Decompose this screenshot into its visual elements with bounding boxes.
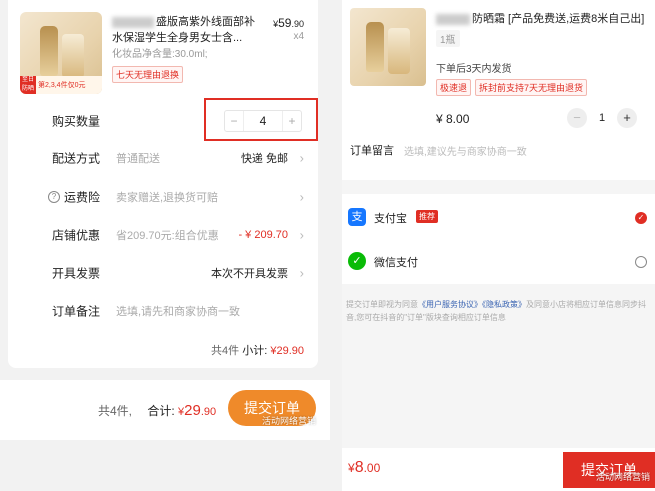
product-price: ¥ 8.00 <box>436 112 470 126</box>
product-thumbnail[interactable]: 至日防晒 第2,3,4件仅0元 <box>20 12 102 94</box>
increase-button[interactable]: + <box>617 108 637 128</box>
invoice-value: 本次不开具发票 <box>211 268 288 280</box>
subtotal: 共4件 小计: ¥29.90 <box>211 345 304 357</box>
shipping-row[interactable]: 配送方式 普通配送 快递 免邮 › <box>8 139 318 177</box>
decrease-button[interactable]: − <box>567 108 587 128</box>
shipping-label: 配送方式 <box>52 151 101 166</box>
product-title: 盛版高紫外线面部补水保湿学生全身男女士含... <box>112 16 255 44</box>
insurance-desc: 卖家赠送,退换货可赔 <box>116 192 219 204</box>
left-order-panel: 至日防晒 第2,3,4件仅0元 盛版高紫外线面部补水保湿学生全身男女士含... … <box>0 0 330 491</box>
radio-unselected-icon[interactable] <box>635 256 647 268</box>
right-product-card: 防晒霜 [产品免费送,运费8米自己出] 1瓶 下单后3天内发货 极速退 拆封前支… <box>342 0 655 180</box>
quantity-value[interactable]: 1 <box>593 112 611 124</box>
order-note-label: 订单留言 <box>350 145 394 157</box>
question-icon[interactable]: ? <box>48 191 60 203</box>
privacy-policy-link[interactable]: 《隐私政策》 <box>482 300 526 309</box>
recommend-badge: 推荐 <box>416 210 438 223</box>
service-tag: 极速退 <box>436 79 472 96</box>
payment-name: 支付宝 <box>374 213 407 225</box>
shipping-method: 普通配送 <box>116 153 160 165</box>
insurance-label: 运费险 <box>64 190 101 205</box>
agreement-text: 提交订单即视为同意《用户服务协议》《隐私政策》及同意小店将相应订单信息同步抖音,… <box>346 300 646 322</box>
right-footer-bar: ¥8.00 提交订单 活动网络营销 <box>342 448 655 491</box>
chevron-right-icon: › <box>299 227 304 243</box>
product-thumbnail[interactable] <box>350 8 426 86</box>
product-title: 防晒霜 [产品免费送,运费8米自己出] <box>436 10 644 26</box>
chevron-right-icon: › <box>299 265 304 281</box>
order-total-summary: 共4件, 合计: ¥29.90 <box>98 402 217 419</box>
remark-row[interactable]: 订单备注 选填,请先和商家协商一致 <box>8 292 318 330</box>
promo-tag: 至日防晒 <box>20 76 36 94</box>
invoice-row[interactable]: 开具发票 本次不开具发票 › <box>8 254 318 292</box>
panel-divider <box>330 0 342 491</box>
return-policy-tag: 七天无理由退换 <box>112 66 184 83</box>
shipping-value: 快递 免邮 <box>240 153 288 165</box>
chevron-right-icon: › <box>299 189 304 205</box>
chevron-right-icon: › <box>299 150 304 166</box>
product-price: ¥59.90 <box>273 16 304 30</box>
sunscreen-bottle-image <box>40 26 58 76</box>
watermark-text: 活动网络营销 <box>262 416 317 426</box>
discount-row[interactable]: 店铺优惠 省209.70元:组合优惠 - ¥ 209.70 › <box>8 216 318 254</box>
radio-selected-icon[interactable]: ✓ <box>635 212 647 224</box>
product-spec: 化妆品净含量:30.0ml; <box>112 49 208 60</box>
highlight-annotation-box <box>204 98 318 141</box>
promo-text: 第2,3,4件仅0元 <box>38 82 86 89</box>
product-spec: 1瓶 <box>436 30 460 47</box>
payment-option-alipay[interactable]: 支 支付宝 推荐 ✓ <box>342 196 655 240</box>
thumbnail-promo-strip: 至日防晒 第2,3,4件仅0元 <box>20 76 102 94</box>
service-tag: 拆封前支持7天无理由退货 <box>475 79 588 96</box>
right-order-panel: 防晒霜 [产品免费送,运费8米自己出] 1瓶 下单后3天内发货 极速退 拆封前支… <box>342 0 655 491</box>
service-tags: 极速退 拆封前支持7天无理由退货 <box>436 79 588 96</box>
sunscreen-bottle-image <box>388 28 410 74</box>
insurance-row[interactable]: ? 运费险 卖家赠送,退换货可赔 › <box>8 178 318 216</box>
discount-value: - ¥ 209.70 <box>238 229 288 241</box>
invoice-label: 开具发票 <box>52 266 101 281</box>
sunscreen-bottle-image <box>62 34 84 78</box>
payment-option-wechat[interactable]: ✓ 微信支付 <box>342 240 655 284</box>
order-total: ¥8.00 <box>348 459 381 476</box>
watermark-text: 活动网络营销 <box>596 472 651 482</box>
remark-input[interactable]: 选填,请先和商家协商一致 <box>116 303 240 319</box>
sunscreen-bottle-image <box>366 22 384 72</box>
discount-label: 店铺优惠 <box>52 228 101 243</box>
quantity-label: 购买数量 <box>52 114 101 129</box>
wechat-pay-icon: ✓ <box>348 252 366 270</box>
payment-name: 微信支付 <box>374 257 418 269</box>
blurred-brand-name <box>436 13 470 25</box>
shipping-time: 下单后3天内发货 <box>436 64 512 75</box>
order-note-input[interactable]: 选填,建议先与商家协商一致 <box>404 143 527 158</box>
blurred-brand-name <box>112 16 154 28</box>
payment-methods: 支 支付宝 推荐 ✓ ✓ 微信支付 <box>342 194 655 284</box>
remark-label: 订单备注 <box>52 304 101 319</box>
left-footer-bar: 共4件, 合计: ¥29.90 提交订单 活动网络营销 <box>0 380 330 440</box>
alipay-icon: 支 <box>348 208 366 226</box>
quantity-stepper[interactable]: − 1 + <box>567 108 637 128</box>
discount-desc: 省209.70元:组合优惠 <box>116 230 219 242</box>
user-agreement-link[interactable]: 《用户服务协议》 <box>418 300 482 309</box>
product-quantity: x4 <box>293 31 304 42</box>
